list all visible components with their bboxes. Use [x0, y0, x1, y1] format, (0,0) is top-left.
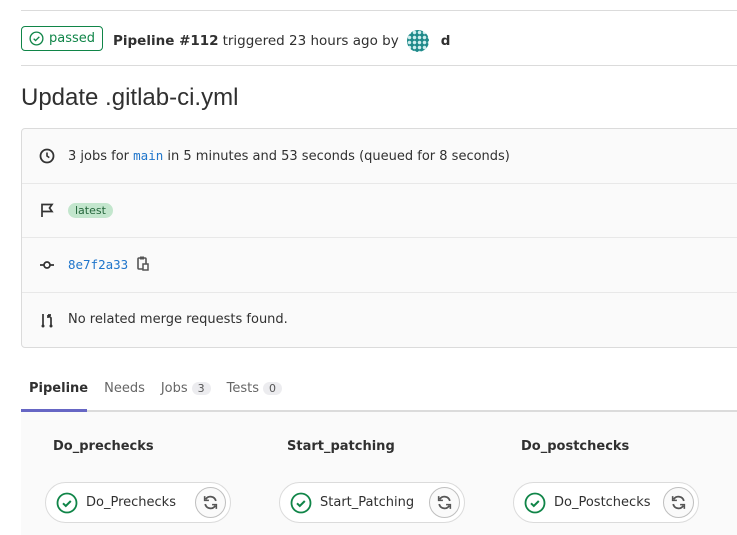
job-pill[interactable]: Do_Prechecks [45, 482, 231, 523]
retry-icon[interactable] [429, 487, 460, 518]
pipeline-tabs: Pipeline Needs Jobs 3 Tests 0 [21, 376, 290, 398]
page-title: Update .gitlab-ci.yml [21, 84, 239, 111]
copy-icon[interactable] [136, 255, 150, 275]
job-pill[interactable]: Start_Patching [279, 482, 465, 523]
success-icon [56, 492, 78, 513]
merge-requests-text: No related merge requests found. [68, 312, 288, 328]
stage-title: Do_postchecks [521, 439, 630, 454]
latest-badge: latest [68, 202, 113, 218]
divider [21, 65, 737, 66]
tab-needs[interactable]: Needs [96, 376, 153, 398]
branch-link[interactable]: main [133, 148, 163, 163]
user-name[interactable]: d [441, 33, 451, 49]
active-tab-indicator [21, 409, 87, 412]
tests-count-badge: 0 [263, 381, 283, 395]
commit-icon [38, 257, 56, 273]
status-label: passed [49, 31, 96, 46]
success-icon [290, 492, 312, 513]
pipeline-header: Pipeline #112 triggered 23 hours ago by … [113, 30, 450, 52]
stage-title: Start_patching [287, 439, 395, 454]
check-circle-icon [29, 31, 44, 46]
info-row-commit: 8e7f2a33 [22, 238, 737, 293]
tab-jobs[interactable]: Jobs 3 [153, 376, 219, 398]
job-pill[interactable]: Do_Postchecks [513, 482, 699, 523]
info-row-duration: 3 jobs for main in 5 minutes and 53 seco… [22, 129, 737, 184]
job-name: Do_Postchecks [554, 495, 651, 510]
status-badge[interactable]: passed [21, 26, 103, 51]
info-row-merge-requests: No related merge requests found. [22, 293, 737, 348]
commit-sha-link[interactable]: 8e7f2a33 [68, 257, 128, 272]
divider [21, 10, 737, 11]
pipeline-id: Pipeline #112 [113, 33, 219, 49]
info-row-tags: latest [22, 184, 737, 238]
stage-title: Do_prechecks [53, 439, 154, 454]
duration-text: in 5 minutes and 53 seconds (queued for … [167, 148, 510, 164]
jobs-count-badge: 3 [191, 381, 211, 395]
flag-icon [38, 202, 56, 218]
job-name: Do_Prechecks [86, 495, 176, 510]
triggered-text: triggered 23 hours ago by [222, 33, 399, 49]
merge-request-icon [38, 312, 56, 328]
job-name: Start_Patching [320, 495, 415, 510]
tab-tests[interactable]: Tests 0 [219, 376, 290, 398]
retry-icon[interactable] [195, 487, 226, 518]
jobs-count-text: 3 jobs for [68, 148, 130, 164]
pipeline-info-box: 3 jobs for main in 5 minutes and 53 seco… [21, 128, 737, 348]
success-icon [524, 492, 546, 513]
retry-icon[interactable] [663, 487, 694, 518]
avatar[interactable] [406, 30, 429, 52]
tab-pipeline[interactable]: Pipeline [21, 376, 96, 398]
clock-icon [38, 148, 56, 164]
